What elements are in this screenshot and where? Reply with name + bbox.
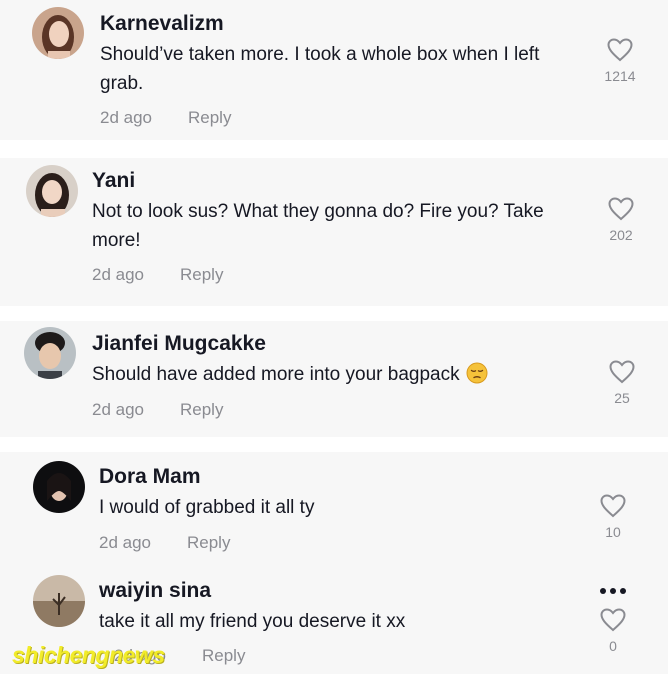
comment-meta: 2d ago Reply (100, 108, 231, 128)
like-button[interactable]: 202 (591, 197, 651, 243)
timestamp: 2d ago (100, 108, 152, 127)
reply-button[interactable]: Reply (202, 646, 245, 665)
like-button[interactable]: 25 (592, 360, 652, 406)
avatar[interactable] (33, 461, 85, 513)
comment-text: Should have added more into your bagpack (92, 360, 572, 389)
comment-card: Karnevalizm Should’ve taken more. I took… (0, 0, 668, 140)
pensive-face-icon (466, 362, 488, 384)
comment-meta: 2d ago Reply (92, 400, 223, 420)
like-button[interactable]: 10 (583, 494, 643, 540)
more-options-icon[interactable] (598, 586, 628, 596)
comment-meta: 2d ago Reply (92, 265, 223, 285)
comment-body: Should have added more into your bagpack (92, 364, 460, 385)
like-button[interactable]: 1214 (590, 38, 650, 84)
like-count: 10 (605, 524, 621, 540)
timestamp: 2d ago (92, 400, 144, 419)
heart-outline-icon (608, 197, 634, 221)
username[interactable]: Dora Mam (99, 465, 201, 489)
like-count: 25 (614, 390, 630, 406)
comment-text: take it all my friend you deserve it xx (99, 611, 406, 632)
avatar[interactable] (33, 575, 85, 627)
comment-meta: 2d ago Reply (99, 533, 230, 553)
comment-card: Dora Mam I would of grabbed it all ty 2d… (0, 452, 668, 674)
comment-text: Should’ve taken more. I took a whole box… (100, 44, 540, 94)
comments-screen: Karnevalizm Should’ve taken more. I took… (0, 0, 668, 674)
avatar[interactable] (24, 327, 76, 379)
timestamp: 2d ago (99, 533, 151, 552)
avatar[interactable] (26, 165, 78, 217)
heart-outline-icon (607, 38, 633, 62)
reply-button[interactable]: Reply (188, 108, 231, 127)
like-count: 202 (609, 227, 633, 243)
heart-outline-icon (609, 360, 635, 384)
avatar[interactable] (32, 7, 84, 59)
comment-text: I would of grabbed it all ty (99, 497, 315, 518)
reply-button[interactable]: Reply (180, 265, 223, 284)
username[interactable]: Yani (92, 169, 135, 193)
username[interactable]: Karnevalizm (100, 12, 224, 36)
username[interactable]: waiyin sina (99, 579, 211, 603)
username[interactable]: Jianfei Mugcakke (92, 332, 266, 356)
like-count: 0 (609, 638, 617, 654)
reply-button[interactable]: Reply (180, 400, 223, 419)
heart-outline-icon (600, 608, 626, 632)
like-count: 1214 (604, 68, 636, 84)
like-button[interactable]: 0 (583, 608, 643, 654)
heart-outline-icon (600, 494, 626, 518)
watermark: shichengnews (12, 642, 165, 668)
comment-card: Jianfei Mugcakke Should have added more … (0, 321, 668, 437)
comment-card: Yani Not to look sus? What they gonna do… (0, 158, 668, 306)
timestamp: 2d ago (92, 265, 144, 284)
reply-button[interactable]: Reply (187, 533, 230, 552)
comment-text: Not to look sus? What they gonna do? Fir… (92, 201, 544, 251)
